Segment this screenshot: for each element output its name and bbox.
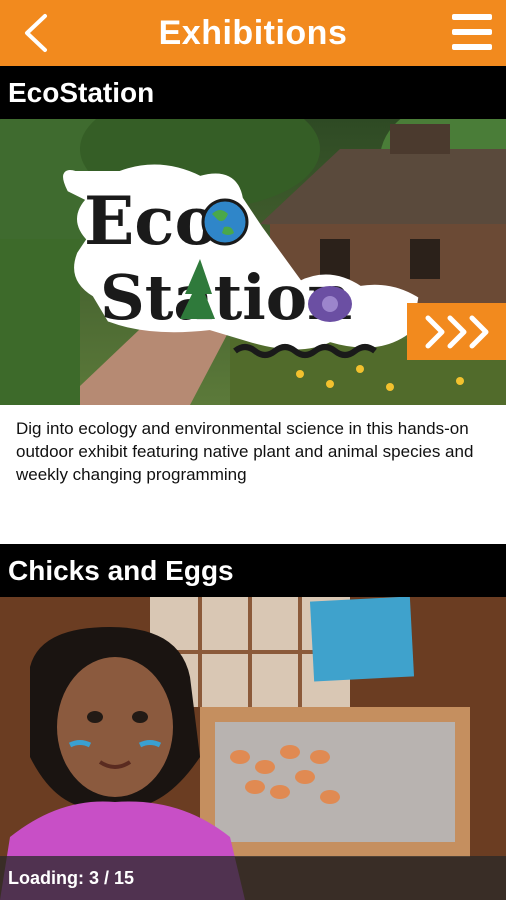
ecostation-logo-text-1: Eco [84, 182, 219, 260]
page-title: Exhibitions [158, 13, 348, 52]
exhibit-title-chicks-and-eggs: Chicks and Eggs [0, 544, 506, 597]
chevron-left-icon [25, 14, 47, 52]
ecostation-photo: Eco Station [0, 119, 506, 405]
triple-chevron-right-icon [425, 315, 488, 348]
menu-button[interactable] [452, 14, 492, 50]
chicks-and-eggs-photo [0, 597, 506, 900]
exhibit-image-chicks-and-eggs[interactable] [0, 597, 506, 900]
top-app-bar: Exhibitions [0, 0, 506, 66]
hamburger-menu-icon [452, 14, 492, 20]
exhibit-image-ecostation[interactable]: Eco Station [0, 119, 506, 405]
next-button[interactable] [407, 303, 506, 360]
back-button[interactable] [18, 12, 54, 54]
loading-status: Loading: 3 / 15 [0, 856, 506, 900]
exhibit-title-ecostation: EcoStation [0, 66, 506, 119]
exhibit-description-ecostation: Dig into ecology and environmental scien… [0, 405, 506, 544]
